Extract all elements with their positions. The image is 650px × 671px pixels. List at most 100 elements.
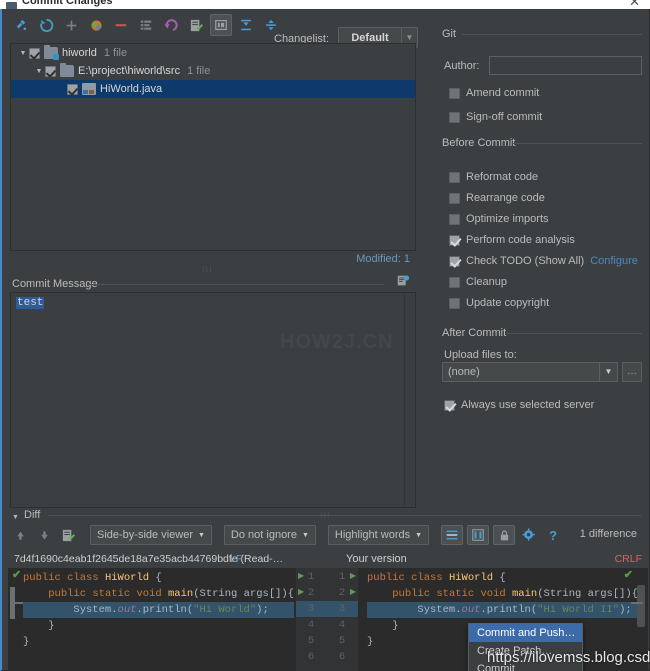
left-panel: Changelist: Default ▼ ▼ hiworld 1 file ▼ xyxy=(2,9,420,508)
tree-row[interactable]: ▼ E:\project\hiworld\src 1 file xyxy=(11,62,415,80)
ignore-mode-select[interactable]: Do not ignore ▼ xyxy=(223,525,316,545)
right-panel: Git Author: Amend commit Sign-off commit… xyxy=(422,9,650,497)
signoff-commit-checkbox[interactable] xyxy=(449,111,460,123)
close-icon[interactable]: ✕ xyxy=(629,0,640,9)
file-checkbox[interactable] xyxy=(45,65,56,77)
accept-change-icon[interactable]: ▶ xyxy=(350,569,356,585)
perform-code-analysis-checkbox[interactable] xyxy=(449,234,460,246)
diff-gutter: ▶ 1 ▶ 2 3 4 5 6 ▶ 1 ▶ 2 3 4 5 6 xyxy=(296,568,358,671)
viewer-mode-value: Side-by-side viewer xyxy=(97,529,193,541)
message-history-icon[interactable] xyxy=(396,274,410,288)
arrow-down-icon[interactable] xyxy=(34,525,54,545)
right-line-numbers: ▶ 1 ▶ 2 3 4 5 6 xyxy=(326,569,358,665)
side-by-side-icon[interactable] xyxy=(467,525,490,545)
collapse-unchanged-icon[interactable] xyxy=(441,525,464,545)
tree-row[interactable]: ▼ hiworld 1 file xyxy=(11,44,415,62)
move-to-changelist-icon[interactable] xyxy=(135,14,157,36)
group-by-directory-icon[interactable] xyxy=(210,14,232,36)
optimize-imports-checkbox-row[interactable]: Optimize imports xyxy=(449,213,549,225)
left-revision-label: 7d4f1690c4eab1f2645de18a7e35acb44769bdfe… xyxy=(14,553,284,565)
check-todo-checkbox[interactable] xyxy=(449,255,460,267)
update-copyright-checkbox[interactable] xyxy=(449,297,460,309)
code-line: public class HiWorld { xyxy=(367,572,506,584)
lock-icon[interactable] xyxy=(493,525,516,545)
window-title-bar: Commit Changes ✕ xyxy=(0,0,650,9)
accept-change-icon[interactable]: ▶ xyxy=(298,569,304,585)
menu-item-commit-and-push[interactable]: Commit and Push… xyxy=(469,624,582,642)
show-diff-icon[interactable] xyxy=(85,14,107,36)
chevron-down-icon[interactable]: ▼ xyxy=(599,363,617,381)
amend-commit-checkbox-row[interactable]: Amend commit xyxy=(449,87,539,99)
update-copyright-checkbox-row[interactable]: Update copyright xyxy=(449,297,549,309)
before-commit-divider xyxy=(512,143,642,144)
author-field[interactable] xyxy=(489,56,642,75)
expander-icon[interactable]: ▼ xyxy=(17,50,29,57)
left-line-separator[interactable]: LF xyxy=(230,553,242,565)
line-number: ▶ 2 xyxy=(298,585,315,601)
signoff-commit-checkbox-row[interactable]: Sign-off commit xyxy=(449,111,542,123)
splitter-handle[interactable]: ⁝⁝⁝ xyxy=(202,265,226,274)
changed-files-tree[interactable]: ▼ hiworld 1 file ▼ E:\project\hiworld\sr… xyxy=(10,43,416,251)
diff-toolbar: Side-by-side viewer ▼ Do not ignore ▼ Hi… xyxy=(10,523,563,547)
tree-row[interactable]: HiWorld.java xyxy=(11,80,415,98)
edit-source-icon[interactable] xyxy=(58,525,78,545)
delete-icon[interactable] xyxy=(110,14,132,36)
always-use-server-checkbox[interactable] xyxy=(444,399,455,411)
gear-icon[interactable] xyxy=(519,525,539,545)
git-group-divider xyxy=(462,34,642,35)
chevron-down-icon[interactable]: ▼ xyxy=(302,532,309,539)
expand-all-icon[interactable] xyxy=(235,14,257,36)
optimize-imports-label: Optimize imports xyxy=(466,213,549,225)
diff-section-expander[interactable]: ▼ xyxy=(12,514,19,521)
left-diff-pane[interactable]: ✔ public class HiWorld { public static v… xyxy=(8,568,296,671)
file-checkbox[interactable] xyxy=(29,47,40,59)
optimize-imports-checkbox[interactable] xyxy=(449,213,460,225)
edit-source-icon[interactable] xyxy=(185,14,207,36)
arrow-up-icon[interactable] xyxy=(10,525,30,545)
right-line-separator[interactable]: CRLF xyxy=(615,553,642,565)
configure-todo-link[interactable]: Configure xyxy=(590,255,638,267)
author-label-text: Author: xyxy=(444,60,480,72)
line-number: 3 xyxy=(296,601,326,617)
highlight-mode-select[interactable]: Highlight words ▼ xyxy=(327,525,430,545)
dialog-body: Changelist: Default ▼ ▼ hiworld 1 file ▼ xyxy=(0,9,650,671)
amend-commit-checkbox[interactable] xyxy=(449,87,460,99)
commit-message-scrollbar[interactable] xyxy=(404,293,415,507)
diff-splitter-handle[interactable]: ⁝⁝⁝ xyxy=(320,511,331,520)
chevron-down-icon[interactable]: ▼ xyxy=(198,532,205,539)
reformat-code-checkbox-row[interactable]: Reformat code xyxy=(449,171,538,183)
check-todo-checkbox-row[interactable]: Check TODO (Show All) Configure xyxy=(449,255,638,267)
always-use-server-checkbox-row[interactable]: Always use selected server xyxy=(444,399,594,411)
rearrange-code-checkbox[interactable] xyxy=(449,192,460,204)
accept-change-icon[interactable]: ▶ xyxy=(298,585,304,601)
file-checkbox[interactable] xyxy=(67,83,78,95)
add-icon[interactable] xyxy=(60,14,82,36)
refresh-changes-icon[interactable] xyxy=(10,14,32,36)
line-number: ▶ 1 xyxy=(298,569,315,585)
rollback-icon[interactable] xyxy=(35,14,57,36)
commit-message-input[interactable]: test xyxy=(10,292,416,508)
expander-icon[interactable]: ▼ xyxy=(33,68,45,75)
accept-change-icon[interactable]: ▶ xyxy=(350,585,356,601)
rearrange-code-checkbox-row[interactable]: Rearrange code xyxy=(449,192,545,204)
author-label: Author: xyxy=(444,60,479,72)
line-number: ▶ 1 xyxy=(338,569,356,585)
perform-code-analysis-checkbox-row[interactable]: Perform code analysis xyxy=(449,234,575,246)
cleanup-checkbox[interactable] xyxy=(449,276,460,288)
help-icon[interactable]: ? xyxy=(543,525,563,545)
cleanup-checkbox-row[interactable]: Cleanup xyxy=(449,276,507,288)
right-vscrollbar[interactable] xyxy=(637,585,645,627)
changes-toolbar xyxy=(10,13,282,37)
changelist-value: Default xyxy=(351,31,389,44)
browse-servers-button[interactable]: … xyxy=(622,362,642,382)
chevron-down-icon[interactable]: ▼ xyxy=(415,532,422,539)
commit-message-label: Commit Message xyxy=(12,278,98,290)
line-number: 5 xyxy=(338,635,346,647)
revert-icon[interactable] xyxy=(160,14,182,36)
line-number: 3 xyxy=(326,601,358,617)
upload-server-select[interactable]: (none) ▼ xyxy=(442,362,618,382)
reformat-code-checkbox[interactable] xyxy=(449,171,460,183)
left-line-numbers: ▶ 1 ▶ 2 3 4 5 6 xyxy=(296,569,326,665)
viewer-mode-select[interactable]: Side-by-side viewer ▼ xyxy=(90,525,212,545)
